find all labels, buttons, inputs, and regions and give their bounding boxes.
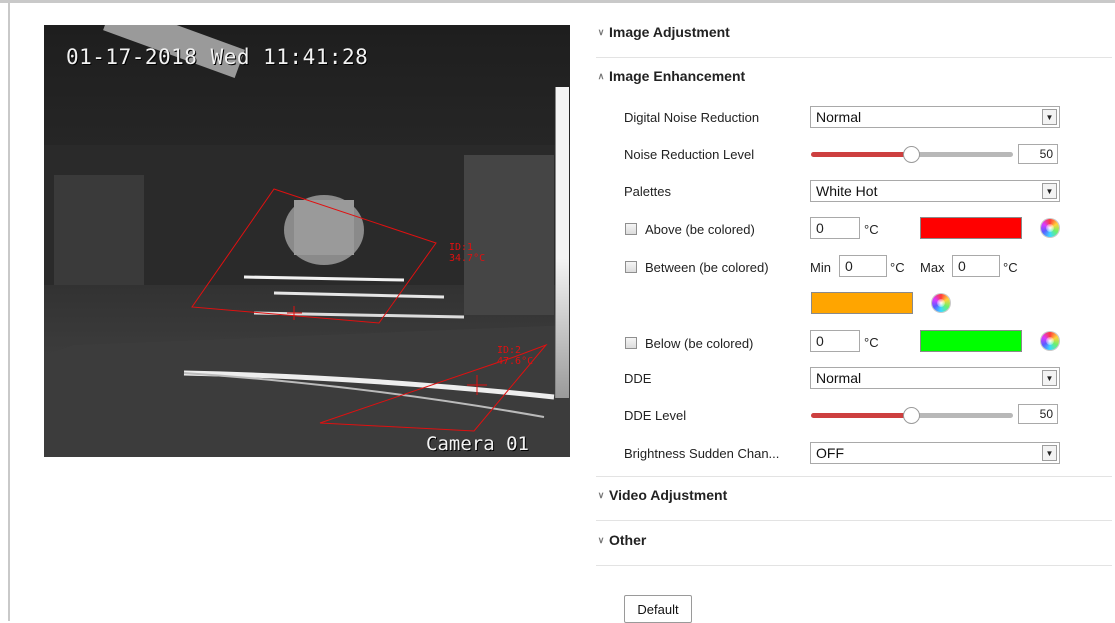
noise-reduction-slider-track[interactable] <box>912 152 1013 157</box>
above-unit: °C <box>864 222 879 237</box>
chevron-down-icon: ∨ <box>597 534 605 545</box>
default-button[interactable]: Default <box>624 595 692 623</box>
between-min-unit: °C <box>890 260 905 275</box>
between-min-label: Min <box>810 260 831 275</box>
palettes-row: Palettes <box>624 178 671 204</box>
below-unit: °C <box>864 335 879 350</box>
dde-level-slider-track[interactable] <box>912 413 1013 418</box>
dde-level-slider-thumb[interactable] <box>903 407 920 424</box>
dropdown-arrow-icon: ▼ <box>1042 370 1057 386</box>
dde-level-label: DDE Level <box>624 407 687 423</box>
temperature-color-bar <box>555 87 569 398</box>
color-picker-icon[interactable] <box>1041 332 1059 350</box>
color-picker-icon[interactable] <box>1041 219 1059 237</box>
below-temperature-input[interactable]: 0 <box>810 330 860 352</box>
between-min-input[interactable]: 0 <box>839 255 887 277</box>
noise-reduction-level-value[interactable]: 50 <box>1018 144 1058 164</box>
section-image-enhancement[interactable]: ∧ Image Enhancement <box>596 53 1112 99</box>
above-row: Above (be colored) <box>645 216 755 242</box>
above-colored-checkbox[interactable] <box>625 223 637 235</box>
osd-camera-name: Camera 01 <box>426 433 529 455</box>
select-value: White Hot <box>816 183 878 199</box>
noise-reduction-level-row: Noise Reduction Level <box>624 141 754 167</box>
window-frame-left <box>8 3 10 621</box>
above-color-swatch[interactable] <box>920 217 1022 239</box>
live-video-preview[interactable]: 01-17-2018 Wed 11:41:28 Camera 01 ID:1 3… <box>44 25 570 457</box>
chevron-down-icon: ∨ <box>597 26 605 37</box>
dropdown-arrow-icon: ▼ <box>1042 445 1057 461</box>
section-title: Image Adjustment <box>609 24 730 40</box>
select-value: OFF <box>816 445 844 461</box>
digital-noise-reduction-row: Digital Noise Reduction <box>624 104 759 130</box>
digital-noise-reduction-label: Digital Noise Reduction <box>624 109 760 125</box>
dde-level-slider-fill <box>811 413 912 418</box>
chevron-up-icon: ∧ <box>597 70 605 81</box>
thermal-image <box>44 25 570 457</box>
below-color-swatch[interactable] <box>920 330 1022 352</box>
brightness-sudden-change-row: Brightness Sudden Chan... <box>624 440 779 466</box>
noise-reduction-slider-thumb[interactable] <box>903 146 920 163</box>
window-frame-top <box>0 0 1115 3</box>
dde-select[interactable]: Normal ▼ <box>810 367 1060 389</box>
above-label: Above (be colored) <box>645 221 755 237</box>
select-value: Normal <box>816 370 862 386</box>
roi-2-label: ID:2 47.6°C <box>497 345 534 367</box>
dde-label: DDE <box>624 370 652 386</box>
chevron-down-icon: ∨ <box>597 489 605 500</box>
select-value: Normal <box>816 109 862 125</box>
between-row: Between (be colored) <box>645 254 769 280</box>
color-picker-icon[interactable] <box>932 294 950 312</box>
dropdown-arrow-icon: ▼ <box>1042 183 1057 199</box>
below-row: Below (be colored) <box>645 330 753 356</box>
section-title: Other <box>609 532 647 548</box>
between-max-label: Max <box>920 260 945 275</box>
noise-reduction-slider-fill <box>811 152 912 157</box>
dropdown-arrow-icon: ▼ <box>1042 109 1057 125</box>
dde-row: DDE <box>624 365 651 391</box>
section-video-adjustment[interactable]: ∨ Video Adjustment <box>596 472 1112 518</box>
between-max-unit: °C <box>1003 260 1018 275</box>
between-max-input[interactable]: 0 <box>952 255 1000 277</box>
between-colored-checkbox[interactable] <box>625 261 637 273</box>
between-label: Between (be colored) <box>645 259 769 275</box>
below-colored-checkbox[interactable] <box>625 337 637 349</box>
noise-reduction-level-label: Noise Reduction Level <box>624 146 755 162</box>
divider <box>596 565 1112 566</box>
between-color-swatch[interactable] <box>811 292 913 314</box>
brightness-sudden-change-label: Brightness Sudden Chan... <box>624 445 780 461</box>
above-temperature-input[interactable]: 0 <box>810 217 860 239</box>
section-title: Video Adjustment <box>609 487 728 503</box>
digital-noise-reduction-select[interactable]: Normal ▼ <box>810 106 1060 128</box>
section-image-adjustment[interactable]: ∨ Image Adjustment <box>596 9 1112 55</box>
below-label: Below (be colored) <box>645 335 754 351</box>
dde-level-row: DDE Level <box>624 402 686 428</box>
osd-timestamp: 01-17-2018 Wed 11:41:28 <box>66 45 369 69</box>
dde-level-value[interactable]: 50 <box>1018 404 1058 424</box>
palettes-select[interactable]: White Hot ▼ <box>810 180 1060 202</box>
section-other[interactable]: ∨ Other <box>596 517 1112 563</box>
section-title: Image Enhancement <box>609 68 746 84</box>
roi-1-label: ID:1 34.7°C <box>449 242 486 264</box>
brightness-sudden-change-select[interactable]: OFF ▼ <box>810 442 1060 464</box>
palettes-label: Palettes <box>624 183 671 199</box>
